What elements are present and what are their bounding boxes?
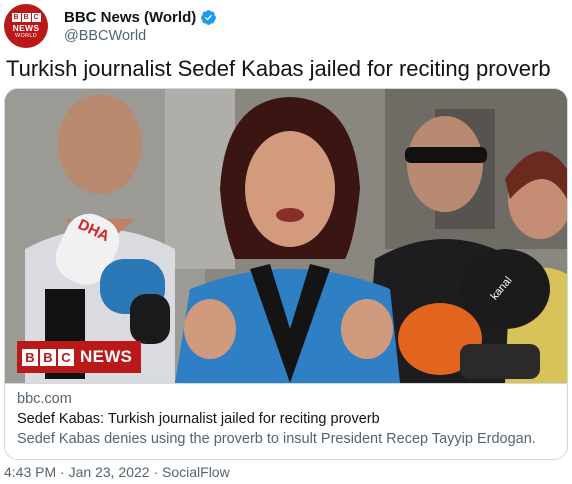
- verified-badge-icon: [201, 9, 217, 25]
- avatar-letter: B: [21, 13, 31, 22]
- avatar-news-text: NEWS: [12, 23, 40, 33]
- link-card[interactable]: DHA kanal B B C NEWS bbc.com Sedef Kabas…: [4, 88, 568, 460]
- account-handle[interactable]: @BBCWorld: [64, 28, 217, 44]
- tweet-date[interactable]: Jan 23, 2022: [69, 464, 150, 480]
- separator: ·: [153, 464, 159, 480]
- display-name[interactable]: BBC News (World): [64, 9, 196, 26]
- avatar-world-text: WORLD: [15, 33, 37, 39]
- bbc-letter: C: [58, 348, 74, 366]
- avatar-letter: B: [11, 13, 21, 22]
- separator: ·: [60, 464, 65, 480]
- card-description: Sedef Kabas denies using the proverb to …: [17, 431, 536, 447]
- account-names: BBC News (World) @BBCWorld: [64, 9, 217, 44]
- tweet-text: Turkish journalist Sedef Kabas jailed fo…: [6, 56, 551, 81]
- tweet-footer: 4:43 PM · Jan 23, 2022 · SocialFlow: [4, 464, 230, 480]
- avatar[interactable]: B B C NEWS WORLD: [4, 4, 48, 48]
- avatar-letter: C: [31, 13, 41, 22]
- card-domain: bbc.com: [17, 391, 72, 407]
- bbc-news-badge: B B C NEWS: [17, 341, 141, 373]
- card-image[interactable]: DHA kanal B B C NEWS: [5, 89, 567, 383]
- avatar-bbc-blocks: B B C: [11, 13, 41, 22]
- bbc-news-word: NEWS: [80, 347, 133, 366]
- card-title: Sedef Kabas: Turkish journalist jailed f…: [17, 411, 380, 427]
- card-meta[interactable]: bbc.com Sedef Kabas: Turkish journalist …: [5, 383, 567, 459]
- tweet-time[interactable]: 4:43 PM: [4, 464, 56, 480]
- tweet-header: B B C NEWS WORLD BBC News (World) @BBCWo…: [4, 4, 217, 48]
- press-photo: DHA kanal: [5, 89, 567, 383]
- tweet-source[interactable]: SocialFlow: [162, 464, 230, 480]
- bbc-letter: B: [40, 348, 56, 366]
- bbc-letter: B: [22, 348, 38, 366]
- display-name-row: BBC News (World): [64, 9, 217, 26]
- bbc-blocks: B B C: [22, 348, 74, 366]
- tweet: B B C NEWS WORLD BBC News (World) @BBCWo…: [0, 0, 572, 484]
